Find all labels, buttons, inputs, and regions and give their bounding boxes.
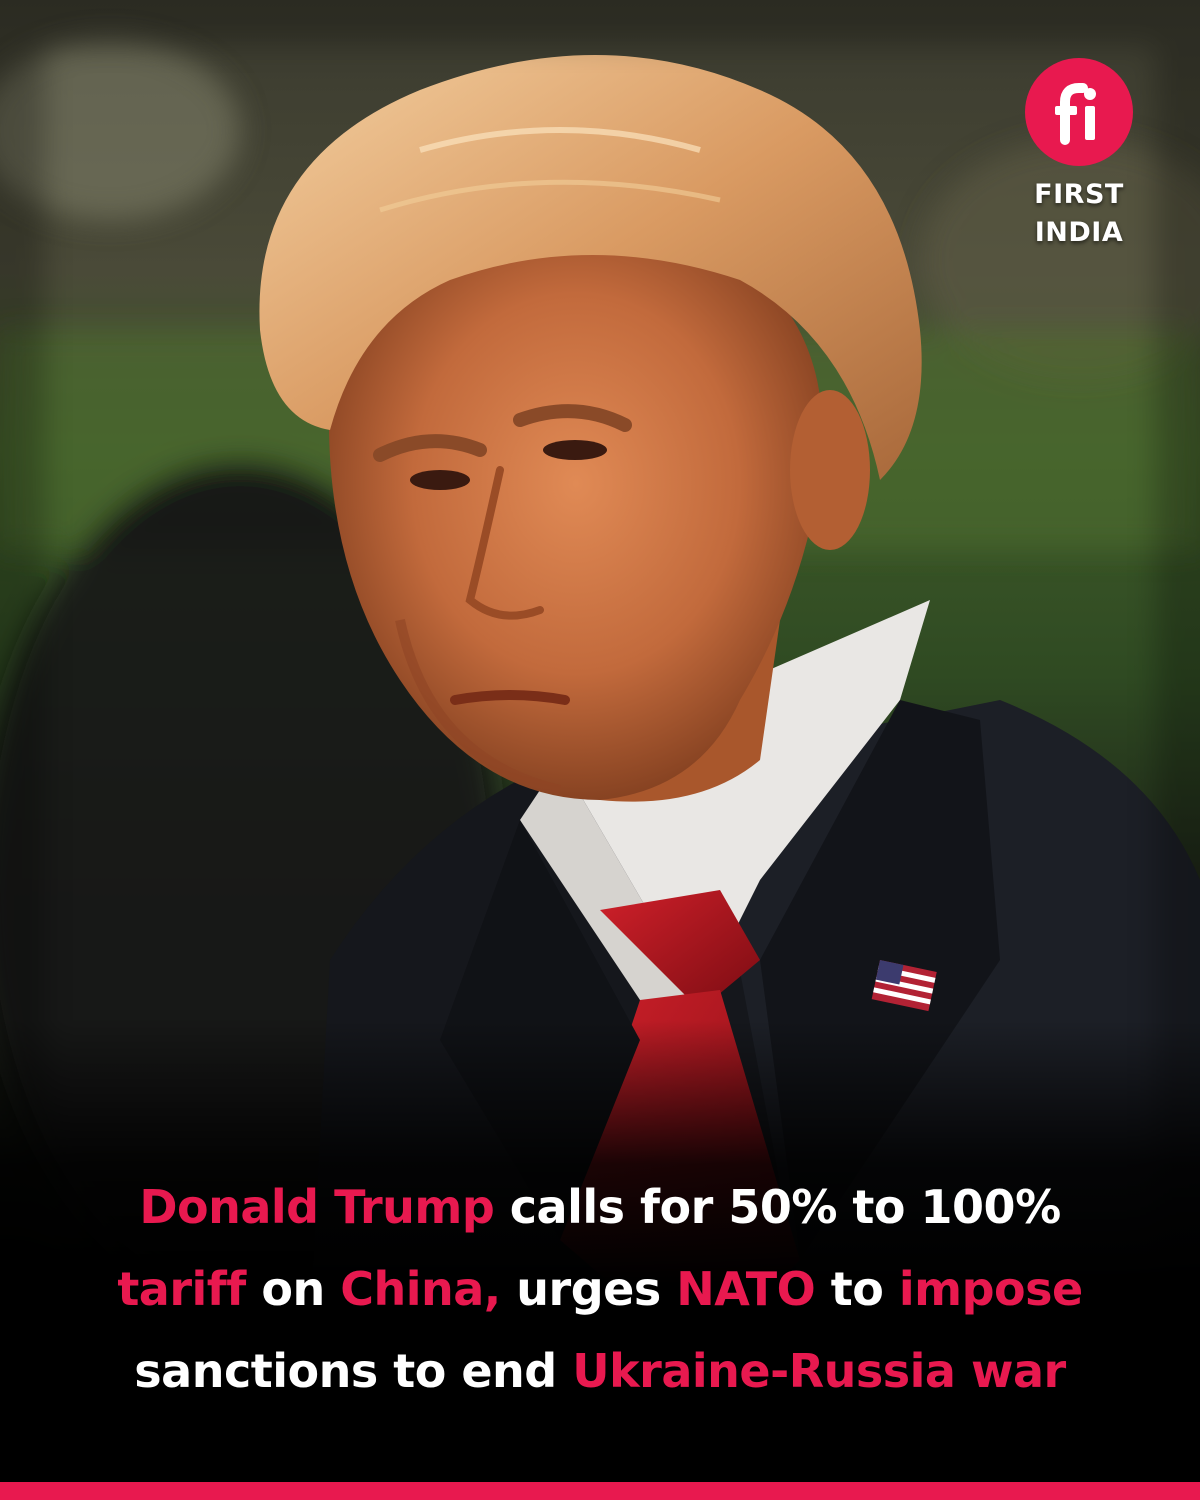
headline-text: calls for 50% to 100% bbox=[494, 1180, 1061, 1234]
headline-text: urges bbox=[500, 1262, 677, 1316]
news-card: FIRST INDIA Donald Trump calls for 50% t… bbox=[0, 0, 1200, 1500]
headline-line-3: sanctions to end Ukraine-Russia war bbox=[40, 1330, 1160, 1412]
headline-highlight-text: impose bbox=[898, 1262, 1083, 1316]
headline-text: on bbox=[245, 1262, 341, 1316]
logo-line-1: FIRST bbox=[1034, 179, 1124, 210]
logo-line-2: INDIA bbox=[1034, 217, 1124, 248]
headline-highlight-text: China, bbox=[340, 1262, 501, 1316]
headline-text: sanctions to end bbox=[134, 1344, 573, 1398]
fi-logo-icon bbox=[1025, 58, 1133, 166]
headline-line-2: tariff on China, urges NATO to impose bbox=[40, 1248, 1160, 1330]
headline-text: to bbox=[815, 1262, 899, 1316]
headline: Donald Trump calls for 50% to 100% tarif… bbox=[40, 1166, 1160, 1412]
headline-highlight-text: tariff bbox=[117, 1262, 246, 1316]
accent-bottom-bar bbox=[0, 1482, 1200, 1500]
headline-highlight-text: Donald Trump bbox=[139, 1180, 495, 1234]
headline-highlight-text: NATO bbox=[676, 1262, 816, 1316]
first-india-logo: FIRST INDIA bbox=[1024, 58, 1134, 252]
headline-line-1: Donald Trump calls for 50% to 100% bbox=[40, 1166, 1160, 1248]
headline-highlight-text: Ukraine-Russia war bbox=[572, 1344, 1066, 1398]
